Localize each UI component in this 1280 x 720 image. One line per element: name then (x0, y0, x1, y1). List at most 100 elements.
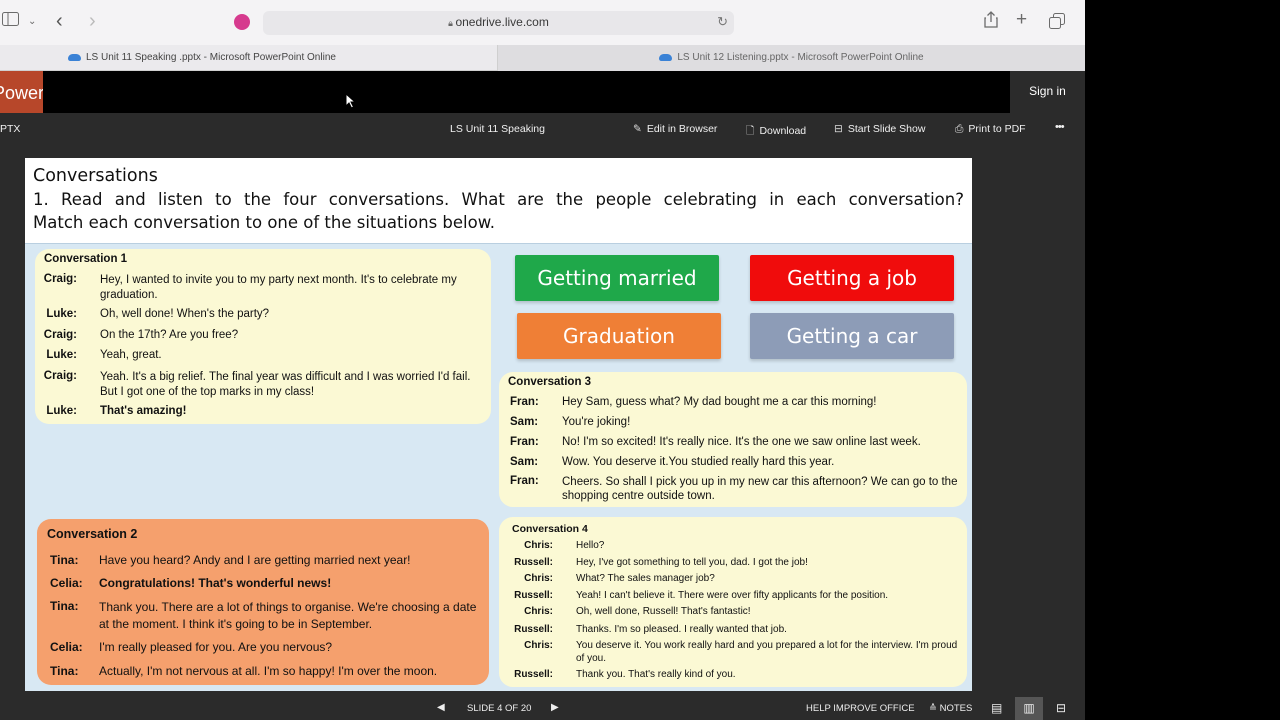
normal-view-icon[interactable]: ▤ (991, 701, 1002, 715)
browser-toolbar: ⌄ ‹ › 🔒︎ onedrive.live.com ↻ + (0, 0, 1085, 45)
previous-slide-icon[interactable]: ◀ (437, 702, 445, 713)
utterance: Hey, I've got something to tell you, dad… (576, 557, 808, 568)
sidebar-toggle-icon[interactable] (2, 12, 19, 32)
notes-icon: ≙ (929, 703, 940, 714)
status-bar: ◀ SLIDE 4 OF 20 ▶ HELP IMPROVE OFFICE ≙ … (0, 697, 1085, 720)
notes-button[interactable]: ≙ NOTES (929, 703, 972, 714)
situation-graduation: Graduation (517, 313, 721, 359)
slide-instruction-line1: 1. Read and listen to the four conversat… (33, 190, 964, 209)
slide-counter: SLIDE 4 OF 20 (467, 703, 532, 714)
utterance: Hey Sam, guess what? My dad bought me a … (562, 396, 877, 408)
conversation-title: Conversation 4 (512, 523, 588, 535)
speaker: Luke: (46, 308, 77, 320)
tab-label: LS Unit 11 Speaking .pptx - Microsoft Po… (86, 52, 336, 63)
browser-window: ⌄ ‹ › 🔒︎ onedrive.live.com ↻ + LS Unit 1… (0, 0, 1085, 720)
speaker: Tina: (50, 553, 79, 567)
forward-arrow-icon[interactable]: › (89, 11, 96, 31)
speaker: Chris: (524, 640, 553, 651)
utterance: What? The sales manager job? (576, 573, 715, 584)
print-to-pdf-button[interactable]: ⎙ Print to PDF (955, 123, 1026, 136)
speaker: Chris: (524, 540, 553, 551)
share-icon[interactable] (984, 11, 998, 34)
tab-unit11[interactable]: LS Unit 11 Speaking .pptx - Microsoft Po… (68, 45, 336, 71)
file-name: LS Unit 11 Speaking (450, 123, 545, 135)
utterance: Wow. You deserve it.You studied really h… (562, 456, 835, 468)
new-tab-icon[interactable]: + (1016, 10, 1027, 30)
speaker: Luke: (46, 405, 77, 417)
conversation-3: Conversation 3 Fran: Hey Sam, guess what?… (499, 372, 967, 507)
utterance: I'm really pleased for you. Are you nerv… (99, 640, 333, 654)
utterance: Hello? (576, 540, 605, 551)
tab-overview-icon[interactable] (1049, 13, 1065, 35)
tab-label: LS Unit 12 Listening.pptx - Microsoft Po… (677, 52, 924, 63)
reload-icon[interactable]: ↻ (717, 14, 728, 30)
slideshow-label: Start Slide Show (847, 123, 926, 135)
utterance: Yeah. It's a big relief. The final year … (100, 371, 471, 398)
speaker: Craig: (43, 273, 77, 285)
speaker: Luke: (46, 349, 77, 361)
start-slide-show-button[interactable]: ⊟ Start Slide Show (834, 123, 925, 135)
edit-in-browser-button[interactable]: ✎ Edit in Browser (633, 123, 717, 135)
download-button[interactable]: 🗋︎ Download (746, 123, 806, 141)
speaker: Chris: (524, 606, 553, 617)
projector-icon: ⊟ (834, 123, 843, 135)
situation-getting-married: Getting married (515, 255, 719, 301)
speaker: Sam: (510, 416, 539, 428)
back-arrow-icon[interactable]: ‹ (56, 11, 63, 31)
black-margin (1085, 0, 1280, 720)
utterance: Actually, I'm not nervous at all. I'm so… (99, 664, 438, 678)
situation-getting-a-car: Getting a car (750, 313, 954, 359)
more-options-icon[interactable]: ••• (1055, 121, 1065, 133)
edit-label: Edit in Browser (646, 123, 718, 135)
speaker: Russell: (514, 669, 553, 680)
address-bar[interactable]: 🔒︎ onedrive.live.com ↻ (263, 11, 734, 35)
utterance: Yeah! I can't believe it. There were ove… (576, 590, 889, 601)
speaker: Craig: (43, 329, 77, 341)
speaker: Russell: (514, 590, 553, 601)
utterance: That's amazing! (100, 405, 187, 417)
speaker: Fran: (510, 475, 539, 487)
slide-show-view-icon[interactable]: ⊟ (1056, 701, 1066, 715)
utterance: Congratulations! That's wonderful news! (99, 576, 332, 590)
utterance: You deserve it. You work really hard and… (576, 640, 958, 664)
url-text: onedrive.live.com (455, 15, 549, 29)
utterance: Yeah, great. (100, 349, 162, 361)
help-improve-office-link[interactable]: HELP IMPROVE OFFICE (806, 703, 915, 714)
speaker: Tina: (50, 664, 79, 678)
conversation-2: Conversation 2 Tina: Have you heard? Andy… (37, 519, 489, 685)
chevron-down-icon[interactable]: ⌄ (28, 12, 36, 32)
office-header: PowerPoint (0, 71, 1010, 113)
slide-title: Conversations (33, 166, 158, 186)
print-label: Print to PDF (968, 123, 1026, 135)
speaker: Fran: (510, 396, 539, 408)
slide-header: Conversations 1. Read and listen to the … (25, 158, 972, 244)
speaker: Celia: (50, 576, 83, 590)
command-bar: PTX LS Unit 11 Speaking ✎ Edit in Browser… (0, 113, 1085, 147)
printer-icon: ⎙ (955, 123, 964, 135)
conversation-title: Conversation 2 (47, 527, 138, 541)
utterance: Cheers. So shall I pick you up in my new… (562, 476, 958, 502)
app-name-badge[interactable]: PowerPoint (0, 71, 43, 113)
conversation-4: Conversation 4 Chris: Hello? Russell: Hey,… (499, 517, 967, 687)
onedrive-icon (68, 53, 81, 61)
situation-getting-a-job: Getting a job (750, 255, 954, 301)
tab-unit12[interactable]: LS Unit 12 Listening.pptx - Microsoft Po… (497, 45, 1085, 71)
utterance: Hey, I wanted to invite you to my party … (100, 274, 457, 301)
speaker: Chris: (524, 573, 553, 584)
utterance: Oh, well done! When's the party? (100, 308, 270, 320)
document-icon: 🗋︎ (746, 125, 755, 137)
utterance: You're joking! (562, 416, 631, 428)
utterance: On the 17th? Are you free? (100, 329, 239, 341)
download-label: Download (759, 125, 807, 137)
conversation-title: Conversation 3 (508, 376, 592, 388)
reading-view-icon[interactable]: ▥ (1015, 697, 1043, 720)
speaker: Celia: (50, 640, 83, 654)
sign-in-button[interactable]: Sign in (1010, 71, 1085, 113)
notes-label: NOTES (939, 703, 973, 714)
speaker: Tina: (50, 599, 79, 613)
search-extension-icon[interactable] (234, 14, 250, 30)
file-extension-label: PTX (0, 123, 21, 135)
speaker: Russell: (514, 557, 553, 568)
next-slide-icon[interactable]: ▶ (551, 702, 559, 713)
mouse-cursor-icon (345, 93, 356, 109)
